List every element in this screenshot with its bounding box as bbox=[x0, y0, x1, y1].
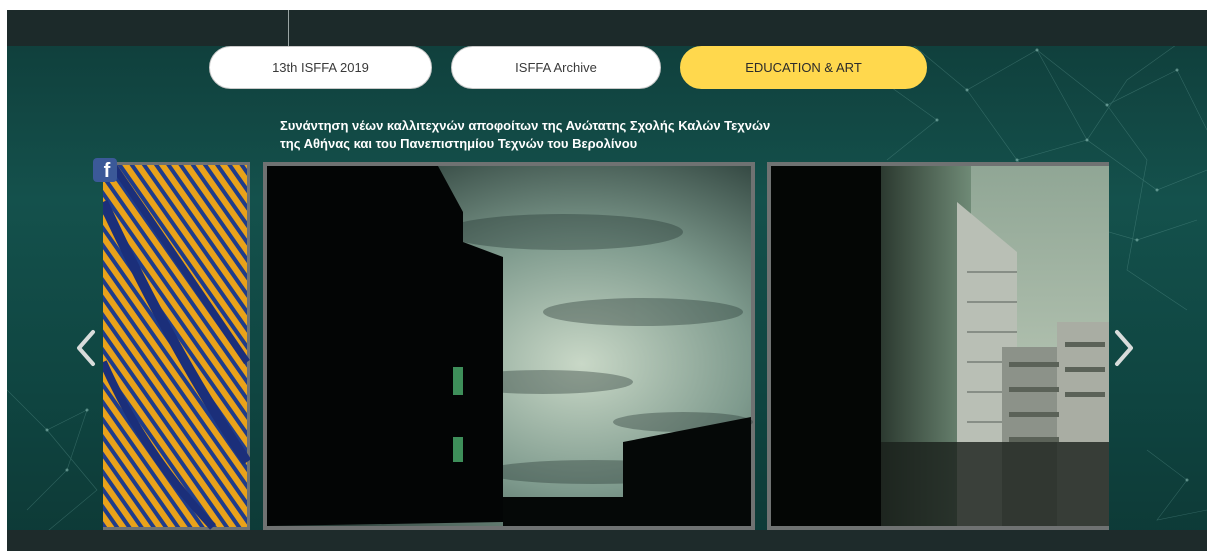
headline: Συνάντηση νέων καλλιτεχνών αποφοίτων της… bbox=[280, 117, 900, 153]
cloudy-sky-building-photo bbox=[267, 166, 753, 526]
chevron-left-icon[interactable] bbox=[73, 328, 99, 368]
headline-line-1: Συνάντηση νέων καλλιτεχνών αποφοίτων της… bbox=[280, 118, 771, 133]
tab-13th-isffa-2019[interactable]: 13th ISFFA 2019 bbox=[209, 46, 432, 89]
tab-isffa-archive[interactable]: ISFFA Archive bbox=[451, 46, 661, 89]
chevron-right-icon[interactable] bbox=[1111, 328, 1137, 368]
gallery-image-right[interactable] bbox=[767, 162, 1109, 530]
facebook-icon: f bbox=[103, 160, 111, 182]
top-bar bbox=[7, 10, 1207, 46]
bottom-bar bbox=[7, 530, 1207, 551]
headline-line-2: της Αθήνας και του Πανεπιστημίου Τεχνών … bbox=[280, 136, 638, 151]
stripes-artwork bbox=[103, 163, 250, 530]
gallery-image-left[interactable] bbox=[103, 162, 250, 530]
top-bar-divider bbox=[288, 10, 289, 46]
glass-buildings-photo bbox=[771, 166, 1109, 526]
facebook-share-button[interactable]: f bbox=[93, 158, 117, 182]
tab-education-art[interactable]: EDUCATION & ART bbox=[680, 46, 927, 89]
gallery-image-main[interactable] bbox=[263, 162, 755, 530]
page: 13th ISFFA 2019 ISFFA Archive EDUCATION … bbox=[7, 10, 1207, 551]
